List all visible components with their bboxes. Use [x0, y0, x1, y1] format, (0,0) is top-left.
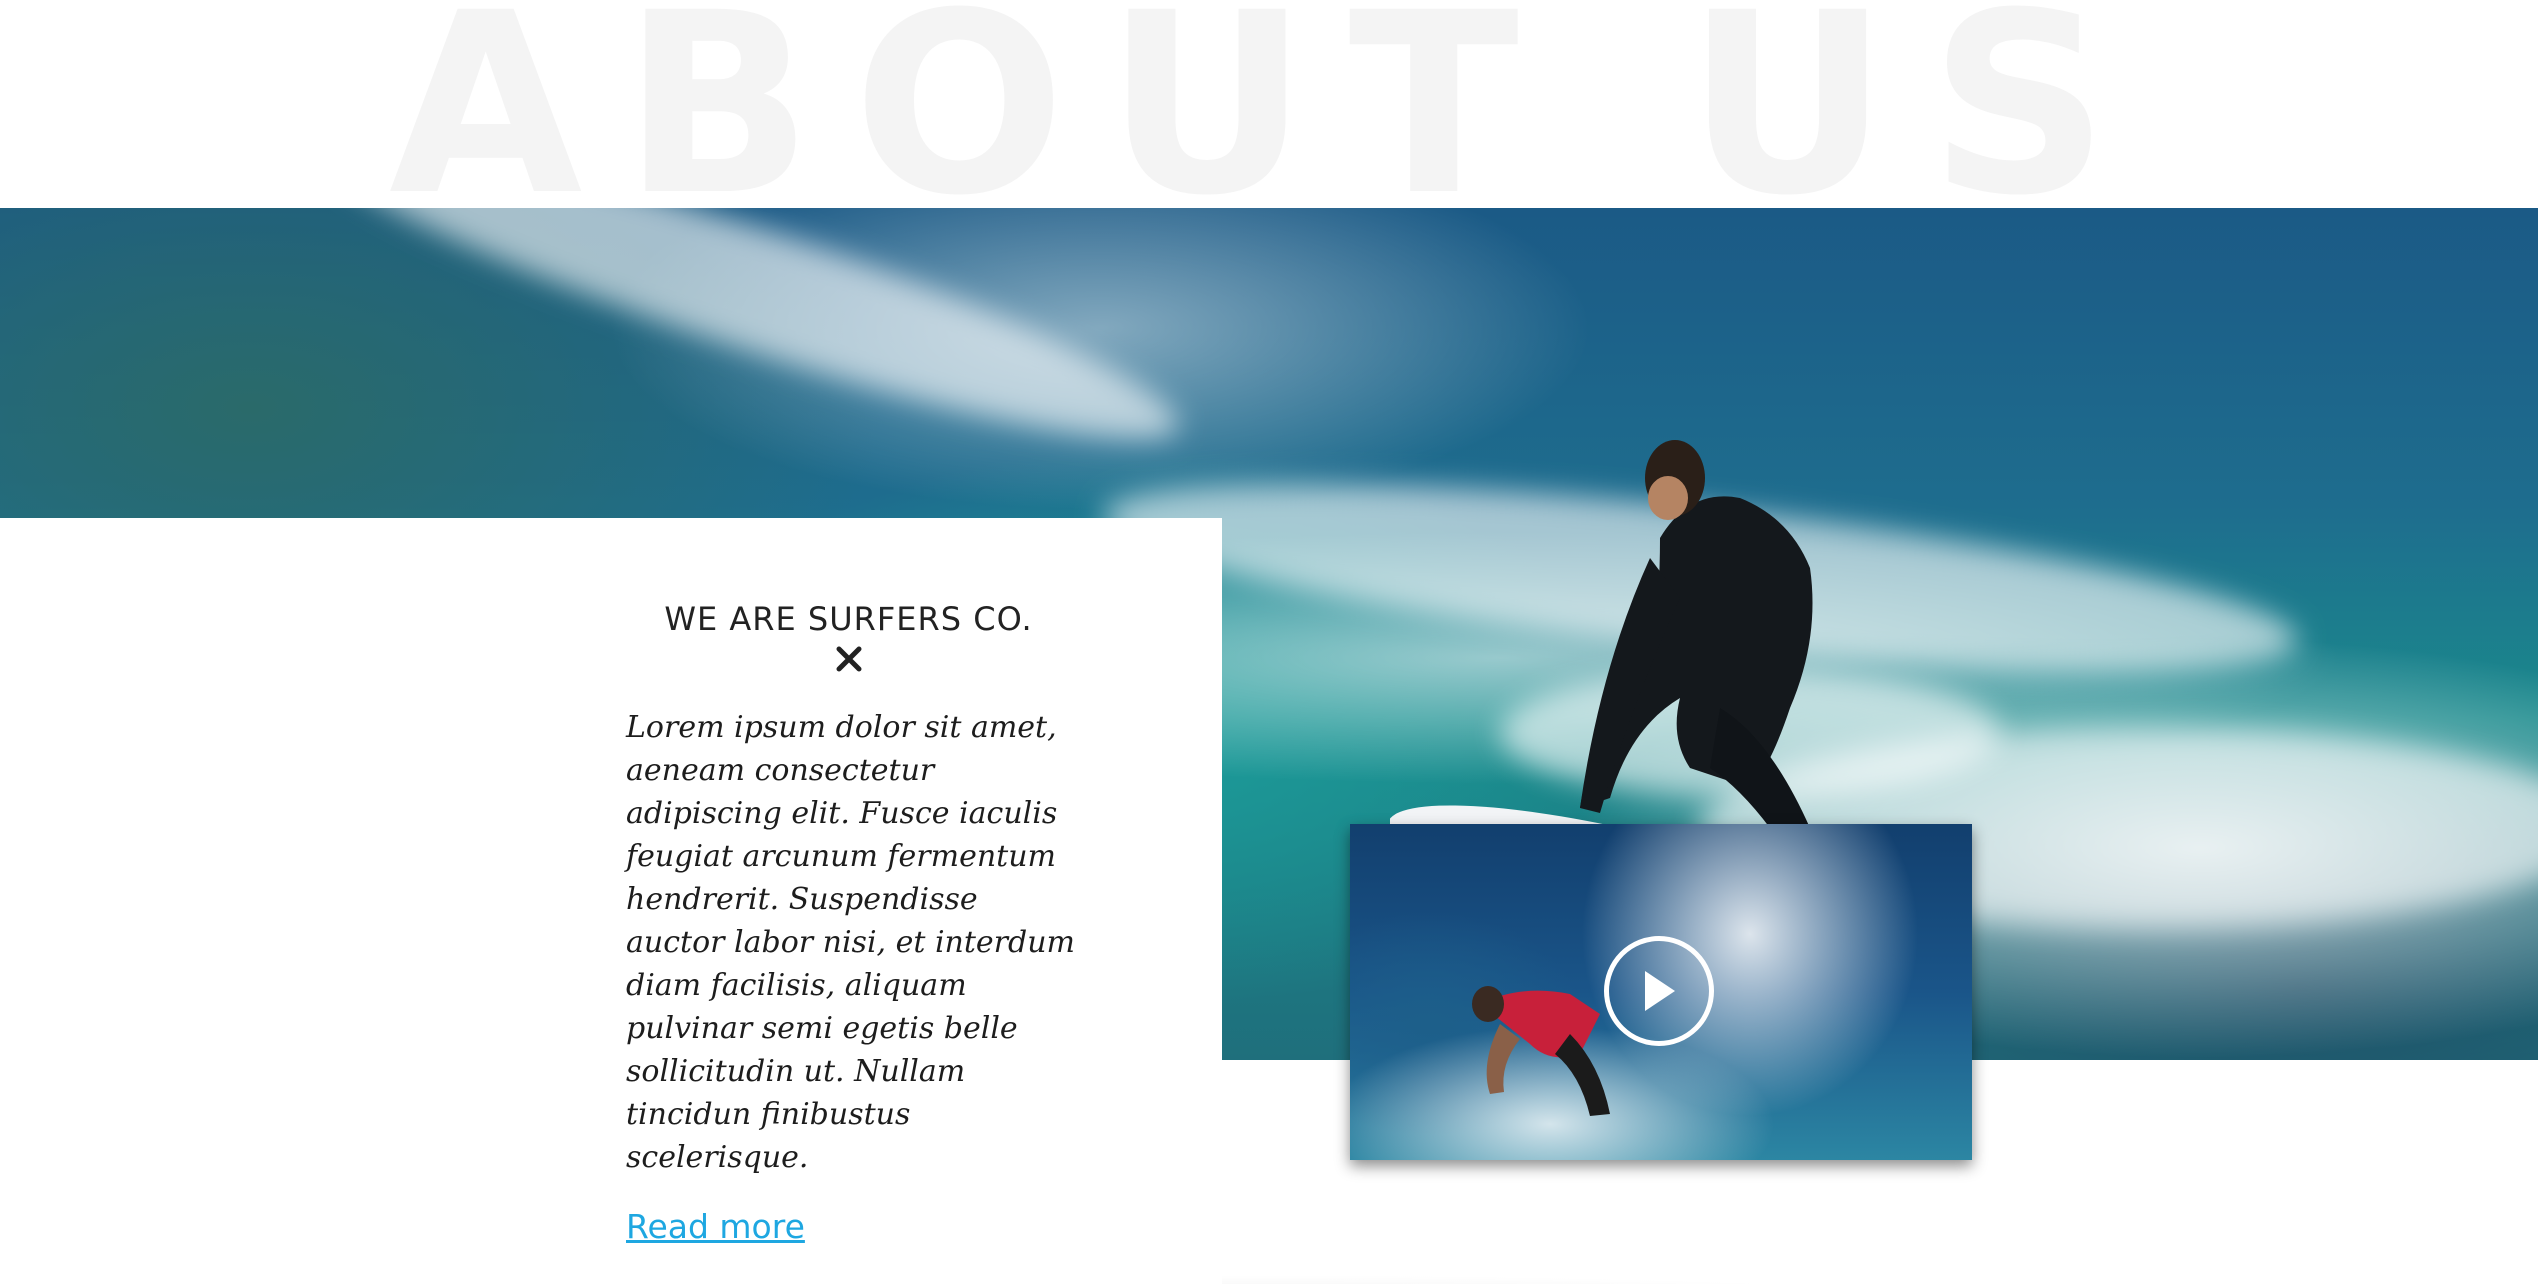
background-title: ABOUT US — [388, 0, 2150, 250]
about-us-section: ABOUT US WE ARE SURFERS CO. Lorem ipsum … — [0, 0, 2538, 1284]
play-button[interactable] — [1604, 936, 1714, 1046]
video-thumbnail[interactable] — [1350, 824, 1972, 1160]
body-paragraph: Lorem ipsum dolor sit amet, aeneam conse… — [626, 710, 1075, 1175]
cross-icon — [626, 646, 1071, 686]
read-more-link[interactable]: Read more — [626, 1207, 805, 1246]
section-heading: WE ARE SURFERS CO. — [664, 600, 1033, 638]
about-content: WE ARE SURFERS CO. Lorem ipsum dolor sit… — [626, 600, 1086, 1246]
play-icon — [1645, 971, 1675, 1011]
